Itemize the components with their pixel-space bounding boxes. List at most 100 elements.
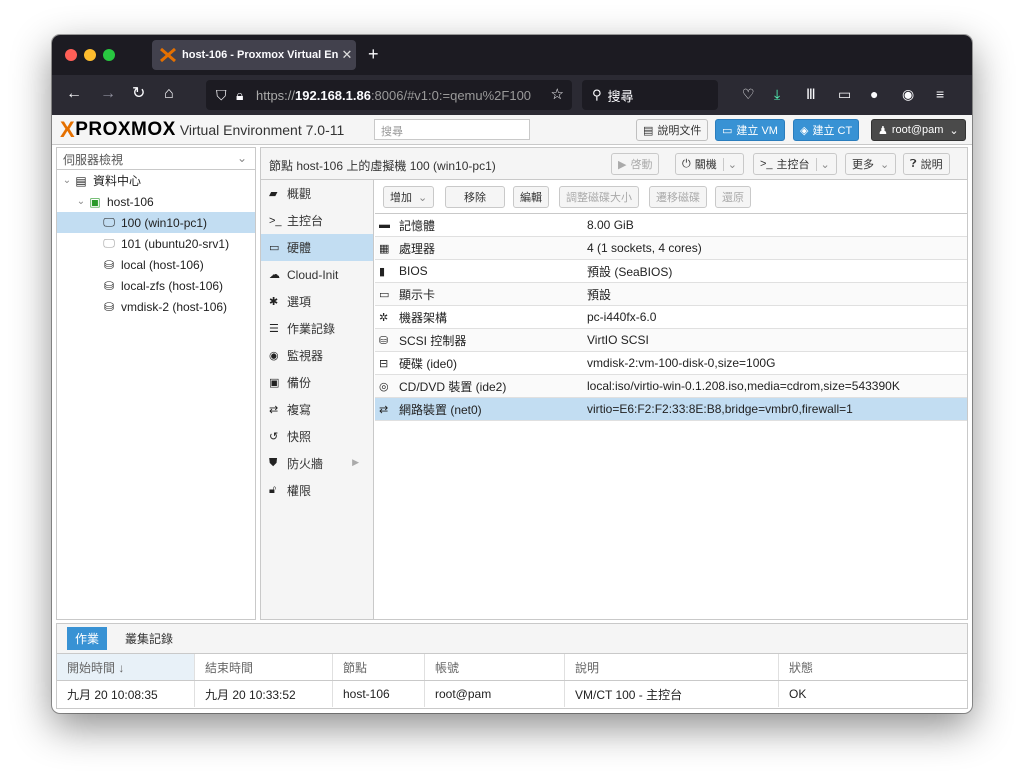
forward-icon[interactable]: → xyxy=(100,85,116,103)
column-header-description[interactable]: 說明 xyxy=(565,654,779,680)
hardware-row-display[interactable]: ▭ 顯示卡 預設 xyxy=(375,283,967,306)
hardware-value: 8.00 GiB xyxy=(587,218,634,232)
create-vm-label: 建立 VM xyxy=(736,125,778,137)
user-menu-button[interactable]: ♟ root@pam ⌄ xyxy=(871,119,966,141)
tab-cluster-log[interactable]: 叢集記錄 xyxy=(117,627,181,650)
menu-item-replication[interactable]: ⇄ 複寫 xyxy=(261,396,373,423)
hardware-row-cpu[interactable]: ▦ 處理器 4 (1 sockets, 4 cores) xyxy=(375,237,967,260)
tree-item-datacenter[interactable]: ⌄ ▤ 資料中心 xyxy=(57,170,255,191)
docs-button[interactable]: ▤ 說明文件 xyxy=(636,119,709,141)
view-selector[interactable]: 伺服器檢視 ⌄ xyxy=(57,148,255,170)
column-header-node[interactable]: 節點 xyxy=(333,654,425,680)
chevron-down-icon[interactable]: ⌄ xyxy=(722,157,737,171)
reload-icon[interactable]: ↻ xyxy=(132,85,145,103)
revert-label: 還原 xyxy=(722,192,744,204)
home-icon[interactable]: ⌂ xyxy=(164,85,174,103)
menu-item-backup[interactable]: ▣ 備份 xyxy=(261,369,373,396)
hardware-row-cdrom[interactable]: ◎ CD/DVD 裝置 (ide2) local:iso/virtio-win-… xyxy=(375,375,967,398)
cogs-icon: ✲ xyxy=(379,311,389,324)
column-header-start[interactable]: 開始時間 ↓ xyxy=(57,654,195,680)
menu-item-options[interactable]: ✱ 選項 xyxy=(261,288,373,315)
column-header-end[interactable]: 結束時間 xyxy=(195,654,333,680)
menu-item-task-history[interactable]: ☰ 作業記錄 xyxy=(261,315,373,342)
lock-icon[interactable]: 🔒︎ xyxy=(236,87,256,104)
move-disk-button[interactable]: 遷移磁碟 xyxy=(649,186,707,208)
edit-button[interactable]: 編輯 xyxy=(513,186,549,208)
tree-item-storage-local-zfs[interactable]: ⛁ local-zfs (host-106) xyxy=(57,275,255,296)
minimize-window-button[interactable] xyxy=(84,49,96,61)
remove-button[interactable]: 移除 xyxy=(445,186,505,208)
logo-x: X xyxy=(60,116,76,142)
collapse-icon[interactable]: ⌄ xyxy=(61,175,73,186)
hardware-toolbar: 增加 ⌄ 移除 編輯 調整磁碟大小 遷移磁碟 還原 xyxy=(375,180,967,214)
hardware-row-network[interactable]: ⇄ 網路裝置 (net0) virtio=E6:F2:F2:33:8E:B8,b… xyxy=(375,398,967,421)
sidebar-icon[interactable]: ▭ xyxy=(838,86,851,102)
download-icon[interactable]: ⤓ xyxy=(774,86,780,102)
add-button[interactable]: 增加 ⌄ xyxy=(383,186,435,208)
pocket-icon[interactable]: ♡ xyxy=(742,86,755,102)
tree-item-vm-101[interactable]: 🖵︎ 101 (ubuntu20-srv1) xyxy=(57,233,255,254)
pve-search-input[interactable]: 搜尋 xyxy=(374,119,530,140)
cloud-icon: ☁ xyxy=(269,269,280,281)
account-icon[interactable]: ● xyxy=(870,86,878,102)
hdd-icon: ⊟ xyxy=(379,357,389,370)
start-button[interactable]: ▶ 啓動 xyxy=(611,153,660,175)
hardware-row-machine[interactable]: ✲ 機器架構 pc-i440fx-6.0 xyxy=(375,306,967,329)
hardware-row-bios[interactable]: ▮ BIOS 預設 (SeaBIOS) xyxy=(375,260,967,283)
hardware-row-harddisk[interactable]: ⊟ 硬碟 (ide0) vmdisk-2:vm-100-disk-0,size=… xyxy=(375,352,967,375)
tree-item-vm-100[interactable]: 🖵︎ 100 (win10-pc1) xyxy=(57,212,255,233)
hardware-key: 網路裝置 (net0) xyxy=(399,402,482,417)
bookmark-star-icon[interactable]: ☆ xyxy=(551,85,564,103)
chevron-down-icon[interactable]: ⌄ xyxy=(815,157,830,171)
collapse-icon[interactable]: ⌄ xyxy=(75,196,87,207)
monitor-icon: ▭ xyxy=(379,288,390,301)
tab-tasks[interactable]: 作業 xyxy=(67,627,108,650)
browser-tab[interactable]: host-106 - Proxmox Virtual Envi ✕ xyxy=(152,40,356,70)
new-tab-button[interactable]: + xyxy=(368,44,379,64)
table-row[interactable]: 九月 20 10:08:35 九月 20 10:33:52 host-106 r… xyxy=(57,681,967,707)
tab-close-icon[interactable]: ✕ xyxy=(338,47,356,63)
tree-item-storage-local[interactable]: ⛁ local (host-106) xyxy=(57,254,255,275)
address-bar[interactable]: ⛉ 🔒︎ https:// 192.168.1.86 :8006/#v1:0:=… xyxy=(206,80,572,110)
hardware-row-memory[interactable]: ▬ 記憶體 8.00 GiB xyxy=(375,214,967,237)
desktop-icon: ▭ xyxy=(722,124,733,137)
server-rack-icon: ▤ xyxy=(75,173,87,188)
chevron-right-icon[interactable]: ▶ xyxy=(352,457,359,468)
menu-item-firewall[interactable]: ⛊ 防火牆 ▶ xyxy=(261,450,373,477)
browser-search-box[interactable]: ⚲ 搜尋 xyxy=(582,80,718,110)
menu-item-console[interactable]: >_ 主控台 xyxy=(261,207,373,234)
column-header-user[interactable]: 帳號 xyxy=(425,654,565,680)
close-window-button[interactable] xyxy=(65,49,77,61)
shutdown-button[interactable]: ⏻ 關機 ⌄ xyxy=(675,153,744,175)
resize-disk-button[interactable]: 調整磁碟大小 xyxy=(559,186,639,208)
menu-item-permissions[interactable]: 🔓︎ 權限 xyxy=(261,477,373,504)
task-end-time: 九月 20 10:33:52 xyxy=(195,681,333,707)
back-icon[interactable]: ← xyxy=(66,85,82,103)
hardware-row-scsi[interactable]: ⛁ SCSI 控制器 VirtIO SCSI xyxy=(375,329,967,352)
browser-search-placeholder: 搜尋 xyxy=(607,88,634,104)
menu-item-label: 監視器 xyxy=(287,349,324,363)
hardware-value: 預設 (SeaBIOS) xyxy=(587,264,673,279)
extension-icon[interactable]: ◉ xyxy=(902,86,914,102)
menu-item-summary[interactable]: ▰ 概觀 xyxy=(261,180,373,207)
library-icon[interactable]: Ⅲ xyxy=(806,86,816,102)
revert-button[interactable]: 還原 xyxy=(715,186,751,208)
more-button[interactable]: 更多 ⌄ xyxy=(845,153,897,175)
tree-item-storage-vmdisk-2[interactable]: ⛁ vmdisk-2 (host-106) xyxy=(57,296,255,317)
history-icon: ↺ xyxy=(269,431,279,443)
create-ct-button[interactable]: ◈ 建立 CT xyxy=(793,119,860,141)
menu-item-cloud-init[interactable]: ☁ Cloud-Init xyxy=(261,261,373,288)
retweet-icon: ⇄ xyxy=(269,404,279,416)
shield-icon[interactable]: ⛉ xyxy=(216,87,236,104)
menu-item-monitor[interactable]: ◉ 監視器 xyxy=(261,342,373,369)
more-label: 更多 xyxy=(852,159,874,171)
maximize-window-button[interactable] xyxy=(103,49,115,61)
create-vm-button[interactable]: ▭ 建立 VM xyxy=(715,119,785,141)
menu-item-snapshots[interactable]: ↺ 快照 xyxy=(261,423,373,450)
help-button[interactable]: ❓︎ 說明 xyxy=(903,153,950,175)
menu-icon[interactable]: ≡ xyxy=(936,86,944,102)
tree-item-node[interactable]: ⌄ ▣ host-106 xyxy=(57,191,255,212)
menu-item-hardware[interactable]: ▭ 硬體 xyxy=(261,234,373,261)
console-button[interactable]: >_ 主控台 ⌄ xyxy=(753,153,837,175)
column-header-status[interactable]: 狀態 xyxy=(779,654,967,680)
